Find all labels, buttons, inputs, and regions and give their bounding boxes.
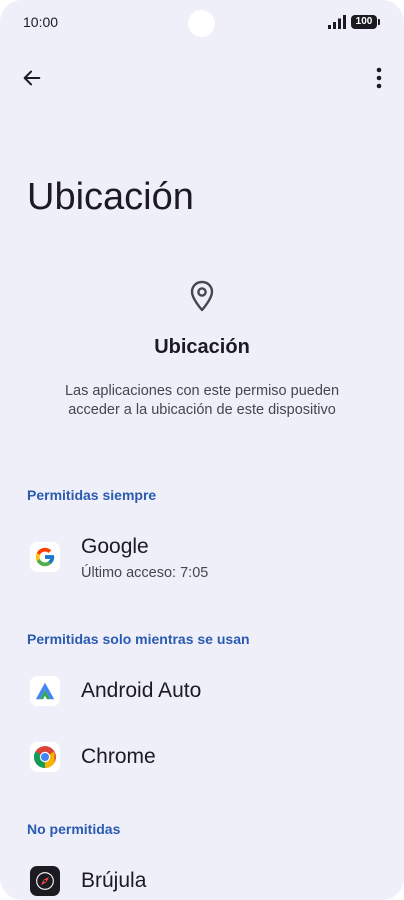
location-permission-screen: 10:00 100 Ubicación Ubicación Las aplica…	[0, 0, 404, 900]
app-name: Chrome	[81, 745, 156, 768]
app-name: Android Auto	[81, 679, 202, 702]
chrome-icon	[30, 742, 60, 772]
app-name: Google	[81, 535, 149, 558]
battery-icon: 100	[351, 15, 380, 29]
back-button[interactable]	[12, 58, 52, 98]
app-row-compass[interactable]: Brújula	[0, 853, 404, 900]
section-while-in-use: Permitidas solo mientras se usan	[27, 631, 250, 647]
android-auto-icon	[30, 676, 60, 706]
more-vert-icon	[376, 67, 382, 89]
more-options-button[interactable]	[359, 58, 399, 98]
app-row-android-auto[interactable]: Android Auto	[0, 663, 404, 719]
status-bar: 10:00 100	[0, 0, 404, 44]
status-time: 10:00	[23, 14, 59, 30]
location-pin-icon	[190, 280, 214, 312]
section-always-allowed: Permitidas siempre	[27, 487, 157, 503]
header-title: Ubicación	[154, 336, 250, 358]
app-row-google[interactable]: Google Último acceso: 7:05	[0, 529, 404, 585]
google-icon	[30, 542, 60, 572]
header-description: Las aplicaciones con este permiso pueden…	[64, 383, 340, 418]
app-name: Brújula	[81, 869, 147, 892]
app-row-chrome[interactable]: Chrome	[0, 729, 404, 785]
app-last-access: Último acceso: 7:05	[81, 565, 209, 581]
page-title: Ubicación	[27, 176, 194, 218]
compass-icon	[30, 866, 60, 896]
section-not-allowed: No permitidas	[27, 821, 121, 837]
camera-cutout	[188, 10, 215, 37]
arrow-back-icon	[23, 70, 41, 86]
signal-icon	[328, 15, 346, 29]
